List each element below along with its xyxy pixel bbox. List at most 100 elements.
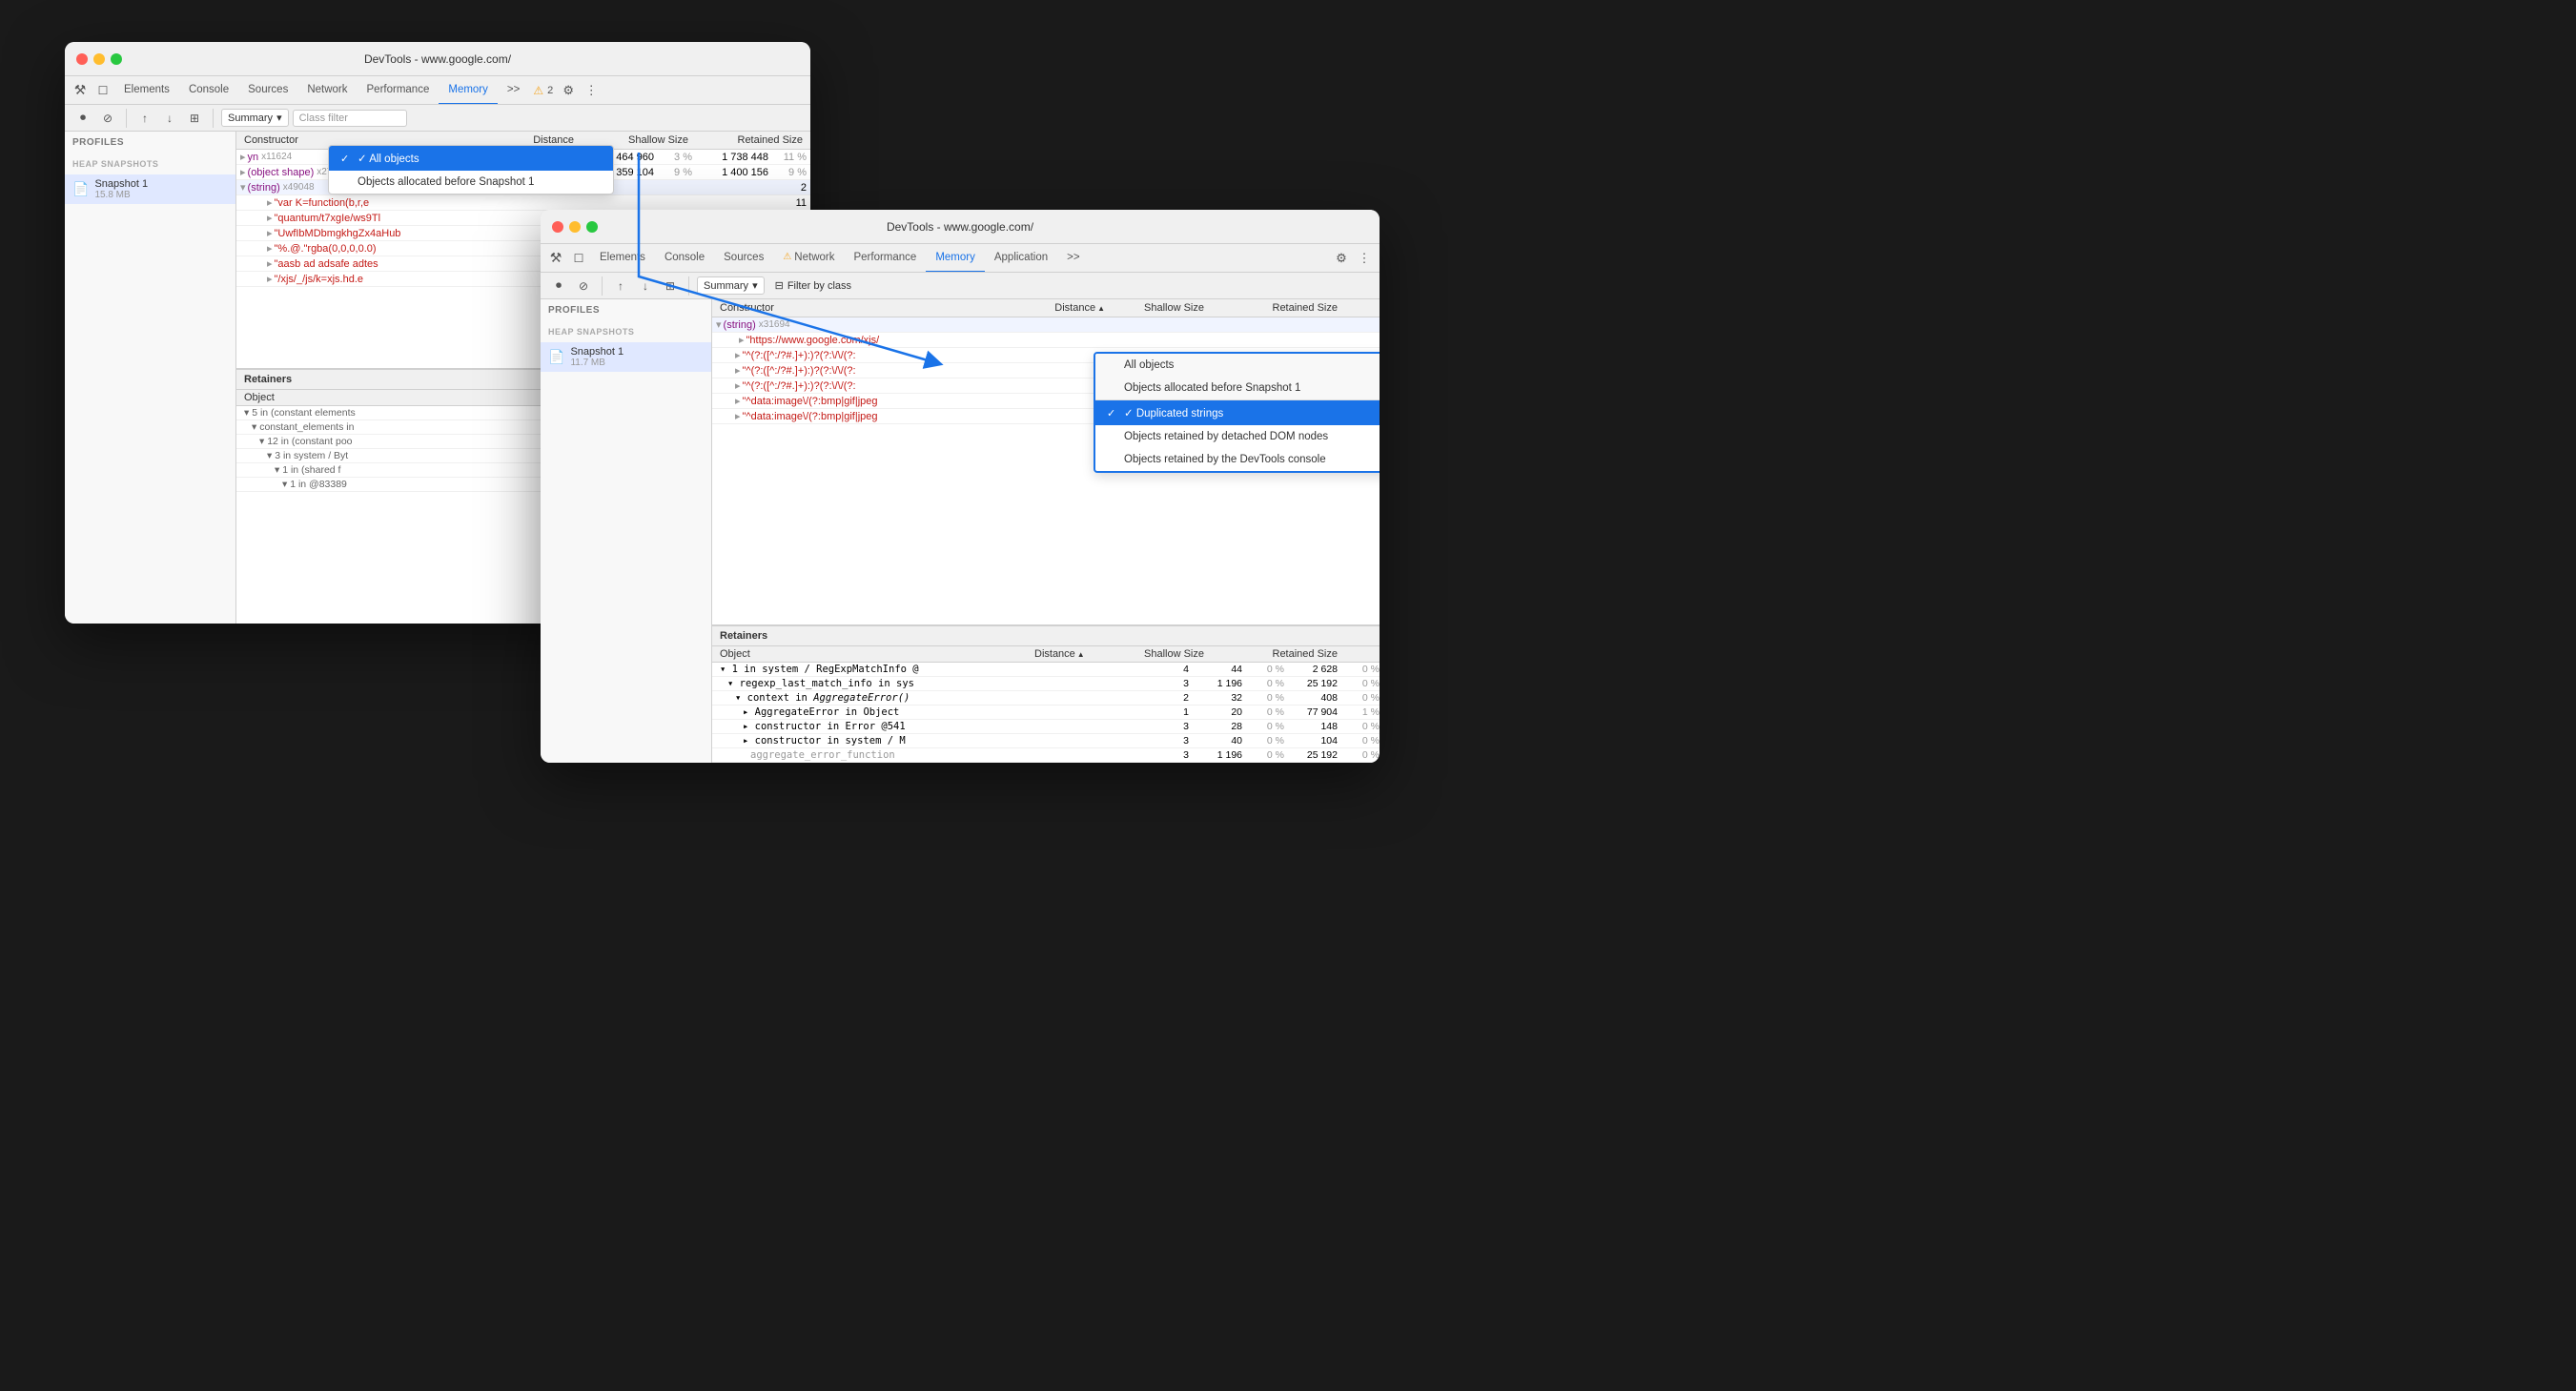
tab-more-2[interactable]: >> [1057,244,1089,273]
string-section-header[interactable]: ▾ (string) x31694 [712,317,1380,333]
warning-icon-1: ⚠ [533,84,543,97]
snapshot-info-2: Snapshot 1 11.7 MB [570,346,624,368]
tab-performance-1[interactable]: Performance [358,76,440,105]
tab-memory-2[interactable]: Memory [926,244,985,273]
capture-btn-2[interactable]: ⊞ [660,276,681,297]
tab-application-2[interactable]: Application [985,244,1057,273]
devtools-window-2: DevTools - www.google.com/ ⚒ ☐ Elements … [541,210,1380,763]
heap-snapshots-header-2: HEAP SNAPSHOTS [541,321,711,342]
check-duplicated: ✓ [1107,407,1118,419]
window-controls-2 [552,221,598,233]
record-btn-1[interactable]: ⏺ [72,108,93,129]
minimize-btn-1[interactable] [93,53,105,65]
capture-btn-1[interactable]: ⊞ [184,108,205,129]
ret2-row-1[interactable]: ▾ 1 in system / RegExpMatchInfo @ 4 44 0… [712,663,1380,677]
filter-all-objects[interactable]: All objects [1095,354,1380,377]
minimize-btn-2[interactable] [569,221,581,233]
retainers-body-2: ▾ 1 in system / RegExpMatchInfo @ 4 44 0… [712,663,1380,763]
toggle-object-shape[interactable]: ▸ [240,166,246,178]
ret-dist-col-2: Distance▲ [1027,648,1113,660]
string-row-1[interactable]: ▸ "var K=function(b,r,e 11 [236,195,810,211]
col-shallow-header-2: Shallow Size [1113,302,1208,314]
content-area-2: Constructor Distance▲ Shallow Size Retai… [712,299,1380,763]
dropdown-overlay-1: ✓ ✓ All objects Objects allocated before… [328,145,614,194]
filter-detached-dom[interactable]: Objects retained by detached DOM nodes [1095,425,1380,448]
filter-duplicated-strings[interactable]: ✓ ✓ Duplicated strings [1095,400,1380,425]
upload-btn-2[interactable]: ↑ [610,276,631,297]
retainers-table-header-2: Object Distance▲ Shallow Size Retained S… [712,646,1380,663]
tab-network-1[interactable]: Network [297,76,357,105]
col-retained-header-1: Retained Size [696,134,810,146]
maximize-btn-2[interactable] [586,221,598,233]
filter-bottom-section: ✓ ✓ Duplicated strings Objects retained … [1095,400,1380,471]
tab-bar-2: ⚒ ☐ Elements Console Sources ⚠ Network P… [541,244,1380,273]
sep-2 [213,109,214,128]
more-icon-1[interactable]: ⋮ [580,79,603,102]
mobile-icon-2: ☐ [567,247,590,270]
mobile-icon-1: ☐ [92,79,114,102]
snapshot-info-1: Snapshot 1 15.8 MB [94,178,148,200]
stop-btn-2[interactable]: ⊘ [573,276,594,297]
table-header-2: Constructor Distance▲ Shallow Size Retai… [712,299,1380,317]
tab-sources-1[interactable]: Sources [238,76,297,105]
warning-count-1: 2 [547,85,553,96]
tab-console-1[interactable]: Console [179,76,238,105]
col-retained-header-2: Retained Size [1246,302,1341,314]
tab-console-2[interactable]: Console [655,244,714,273]
settings-icon-2[interactable]: ⚙ [1330,247,1353,270]
str-row-2-1[interactable]: ▸ "https://www.google.com/xjs/ [712,333,1380,348]
ret2-row-7[interactable]: aggregate_error_function 3 1 196 0 % 25 … [712,748,1380,763]
download-btn-1[interactable]: ↓ [159,108,180,129]
titlebar-1: DevTools - www.google.com/ [65,42,810,76]
tab-elements-1[interactable]: Elements [114,76,179,105]
filter-devtools-console[interactable]: Objects retained by the DevTools console [1095,448,1380,471]
close-btn-2[interactable] [552,221,563,233]
snapshot-icon-2: 📄 [548,349,564,365]
memory-toolbar-2: ⏺ ⊘ ↑ ↓ ⊞ Summary ▾ ⊟ Filter by class [541,273,1380,299]
toggle-str-1[interactable]: ▸ [267,196,273,209]
tab-network-2[interactable]: ⚠ Network [773,244,844,273]
maximize-btn-1[interactable] [111,53,122,65]
col-constructor-header-2: Constructor [712,302,1036,314]
tab-more-1[interactable]: >> [498,76,529,105]
snapshot-icon-1: 📄 [72,181,89,197]
toggle-yn[interactable]: ▸ [240,151,246,163]
profiles-header-1: Profiles [65,132,235,153]
sidebar-1: Profiles HEAP SNAPSHOTS 📄 Snapshot 1 15.… [65,132,236,624]
upload-btn-1[interactable]: ↑ [134,108,155,129]
filter-dropdown-2: All objects Objects allocated before Sna… [1094,352,1380,473]
col-distance-header-2: Distance▲ [1036,302,1113,314]
dropdown-all-objects-1[interactable]: ✓ ✓ All objects [329,146,613,171]
tab-performance-2[interactable]: Performance [844,244,926,273]
ret2-row-3[interactable]: ▾ context in AggregateError() 2 32 0 % 4… [712,691,1380,706]
window-controls-1 [76,53,122,65]
download-btn-2[interactable]: ↓ [635,276,656,297]
summary-label-1: Summary [228,113,273,124]
ret2-row-2[interactable]: ▾ regexp_last_match_info in sys 3 1 196 … [712,677,1380,691]
filter-before-snapshot[interactable]: Objects allocated before Snapshot 1 [1095,377,1380,399]
devtools-body-2: Profiles HEAP SNAPSHOTS 📄 Snapshot 1 11.… [541,299,1380,763]
titlebar-2: DevTools - www.google.com/ [541,210,1380,244]
snapshot-1-item-1[interactable]: 📄 Snapshot 1 15.8 MB [65,174,235,204]
ret2-row-6[interactable]: ▸ constructor in system / M 3 40 0 % 104… [712,734,1380,748]
settings-icon-1[interactable]: ⚙ [557,79,580,102]
ret2-row-5[interactable]: ▸ constructor in Error @541 3 28 0 % 148… [712,720,1380,734]
sep-1 [126,109,127,128]
summary-dropdown-2[interactable]: Summary ▾ [697,276,765,295]
stop-btn-1[interactable]: ⊘ [97,108,118,129]
class-filter-1[interactable]: Class filter [293,110,407,127]
tab-sources-2[interactable]: Sources [714,244,773,273]
dropdown-before-snapshot-1[interactable]: Objects allocated before Snapshot 1 [329,171,613,194]
tab-elements-2[interactable]: Elements [590,244,655,273]
ret2-row-4[interactable]: ▸ AggregateError in Object 1 20 0 % 77 9… [712,706,1380,720]
snapshot-1-item-2[interactable]: 📄 Snapshot 1 11.7 MB [541,342,711,372]
memory-toolbar-1: ⏺ ⊘ ↑ ↓ ⊞ Summary ▾ Class filter [65,105,810,132]
toggle-string[interactable]: ▾ [240,181,246,194]
filter-by-class-btn[interactable]: ⊟ Filter by class [768,276,858,295]
more-icon-2[interactable]: ⋮ [1353,247,1376,270]
record-btn-2[interactable]: ⏺ [548,276,569,297]
tab-memory-1[interactable]: Memory [439,76,498,105]
summary-dropdown-1[interactable]: Summary ▾ [221,109,289,127]
close-btn-1[interactable] [76,53,88,65]
window-title-1: DevTools - www.google.com/ [364,52,511,66]
